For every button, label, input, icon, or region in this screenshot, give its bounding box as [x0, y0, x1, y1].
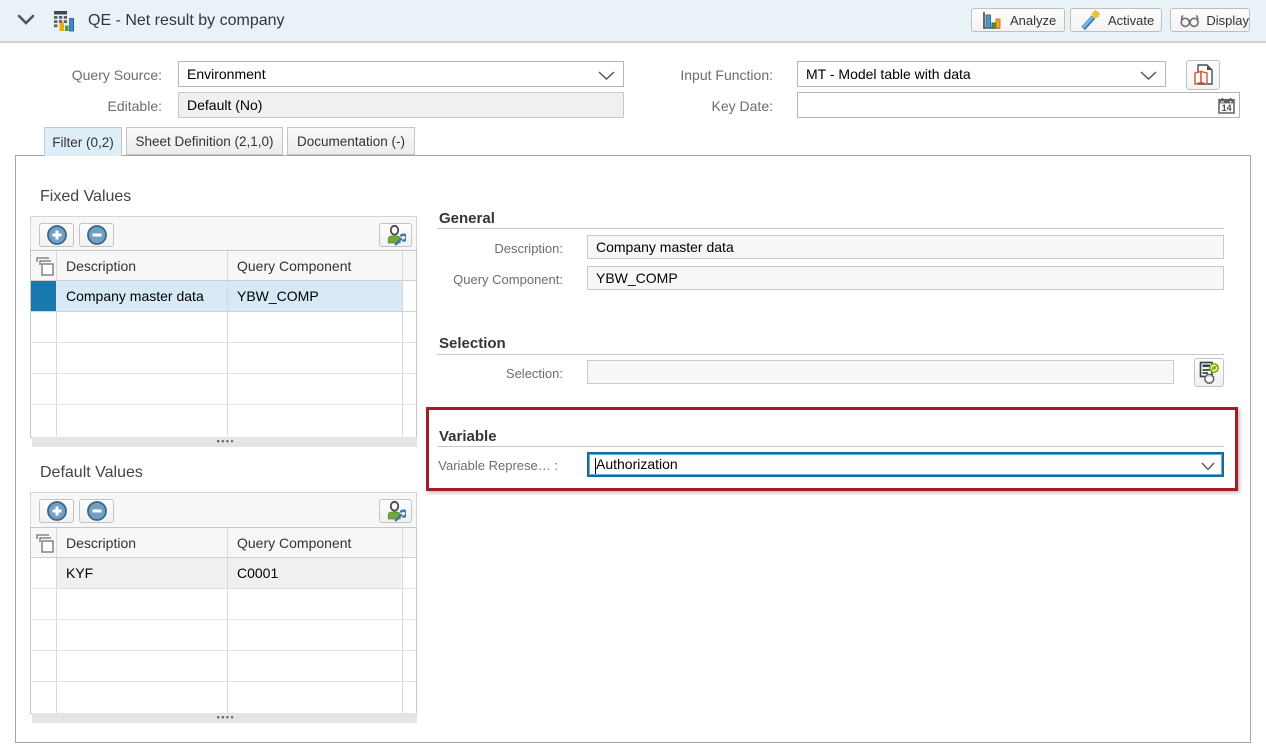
- svg-text:14: 14: [1222, 103, 1232, 113]
